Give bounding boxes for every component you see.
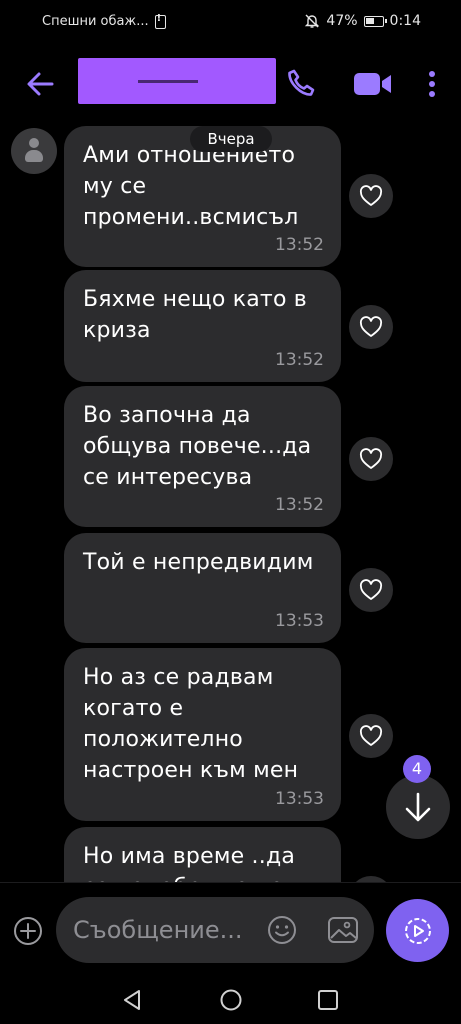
- heart-icon: [359, 448, 383, 469]
- heart-icon: [359, 725, 383, 746]
- message-bubble[interactable]: Той е непредвидим 13:53: [64, 533, 341, 643]
- like-button[interactable]: [349, 714, 393, 758]
- status-left: Спешни обаж...: [42, 13, 166, 29]
- message-text: Но има време ..да се подобрят още: [83, 844, 296, 882]
- message-time: 13:52: [275, 235, 324, 255]
- unread-count-badge: 4: [403, 755, 431, 783]
- arrow-down-icon: [405, 792, 431, 822]
- like-button[interactable]: [349, 305, 393, 349]
- emoji-icon[interactable]: [266, 914, 298, 946]
- heart-icon: [359, 185, 383, 206]
- plus-icon[interactable]: [12, 915, 44, 947]
- message-time: 13:52: [275, 350, 324, 370]
- message-list[interactable]: Ами отношението му се промени..всмисъл 1…: [0, 124, 461, 882]
- status-time: 0:14: [389, 13, 421, 29]
- status-right: 47% 0:14: [304, 13, 421, 29]
- arrow-left-icon[interactable]: [24, 68, 56, 100]
- chat-header: [0, 44, 461, 124]
- battery-percent: 47%: [326, 13, 358, 29]
- play-send-icon: [404, 917, 431, 944]
- heart-icon: [359, 316, 383, 337]
- mute-icon: [305, 14, 320, 28]
- message-text: Бяхме нещо като в криза: [83, 287, 307, 343]
- contact-name-redacted[interactable]: [78, 58, 276, 104]
- scroll-to-bottom-button[interactable]: [386, 775, 450, 839]
- nav-back-icon[interactable]: [120, 988, 144, 1012]
- message-text: Во започна да общува повече...да се инте…: [83, 403, 312, 490]
- message-time: 13:53: [275, 789, 324, 809]
- message-bubble[interactable]: Но аз се радвам когато е положително нас…: [64, 648, 341, 821]
- message-time: 13:52: [275, 495, 324, 515]
- avatar[interactable]: [11, 128, 57, 174]
- more-vertical-icon[interactable]: [424, 68, 440, 100]
- send-button[interactable]: [386, 899, 449, 962]
- message-text: Но аз се радвам когато е положително нас…: [83, 665, 299, 783]
- message-text: Той е непредвидим: [83, 550, 314, 575]
- phone-icon[interactable]: [286, 68, 316, 98]
- like-button[interactable]: [349, 437, 393, 481]
- gallery-icon[interactable]: [326, 914, 360, 946]
- message-bubble[interactable]: Бяхме нещо като в криза 13:52: [64, 270, 341, 382]
- system-nav-bar: [0, 978, 461, 1024]
- status-bar: Спешни обаж... 47% 0:14: [0, 0, 461, 44]
- like-button[interactable]: [349, 568, 393, 612]
- composer-bar: Съобщение...: [0, 882, 461, 978]
- message-time: 13:53: [275, 611, 324, 631]
- carrier-text: Спешни обаж...: [42, 14, 149, 29]
- video-camera-icon[interactable]: [353, 70, 393, 98]
- nav-home-icon[interactable]: [219, 988, 243, 1012]
- message-text: Ами отношението му се промени..всмисъл: [83, 143, 299, 230]
- nav-recent-apps-icon[interactable]: [317, 989, 339, 1011]
- like-button[interactable]: [349, 174, 393, 218]
- message-bubble[interactable]: Во започна да общува повече...да се инте…: [64, 386, 341, 527]
- message-placeholder: Съобщение...: [73, 916, 243, 944]
- heart-icon: [359, 579, 383, 600]
- message-bubble[interactable]: Но има време ..да се подобрят още: [64, 827, 341, 882]
- message-input[interactable]: Съобщение...: [56, 897, 374, 963]
- date-separator: Вчера: [190, 126, 272, 152]
- battery-icon: [363, 15, 387, 27]
- sim-alert-icon: [154, 13, 166, 29]
